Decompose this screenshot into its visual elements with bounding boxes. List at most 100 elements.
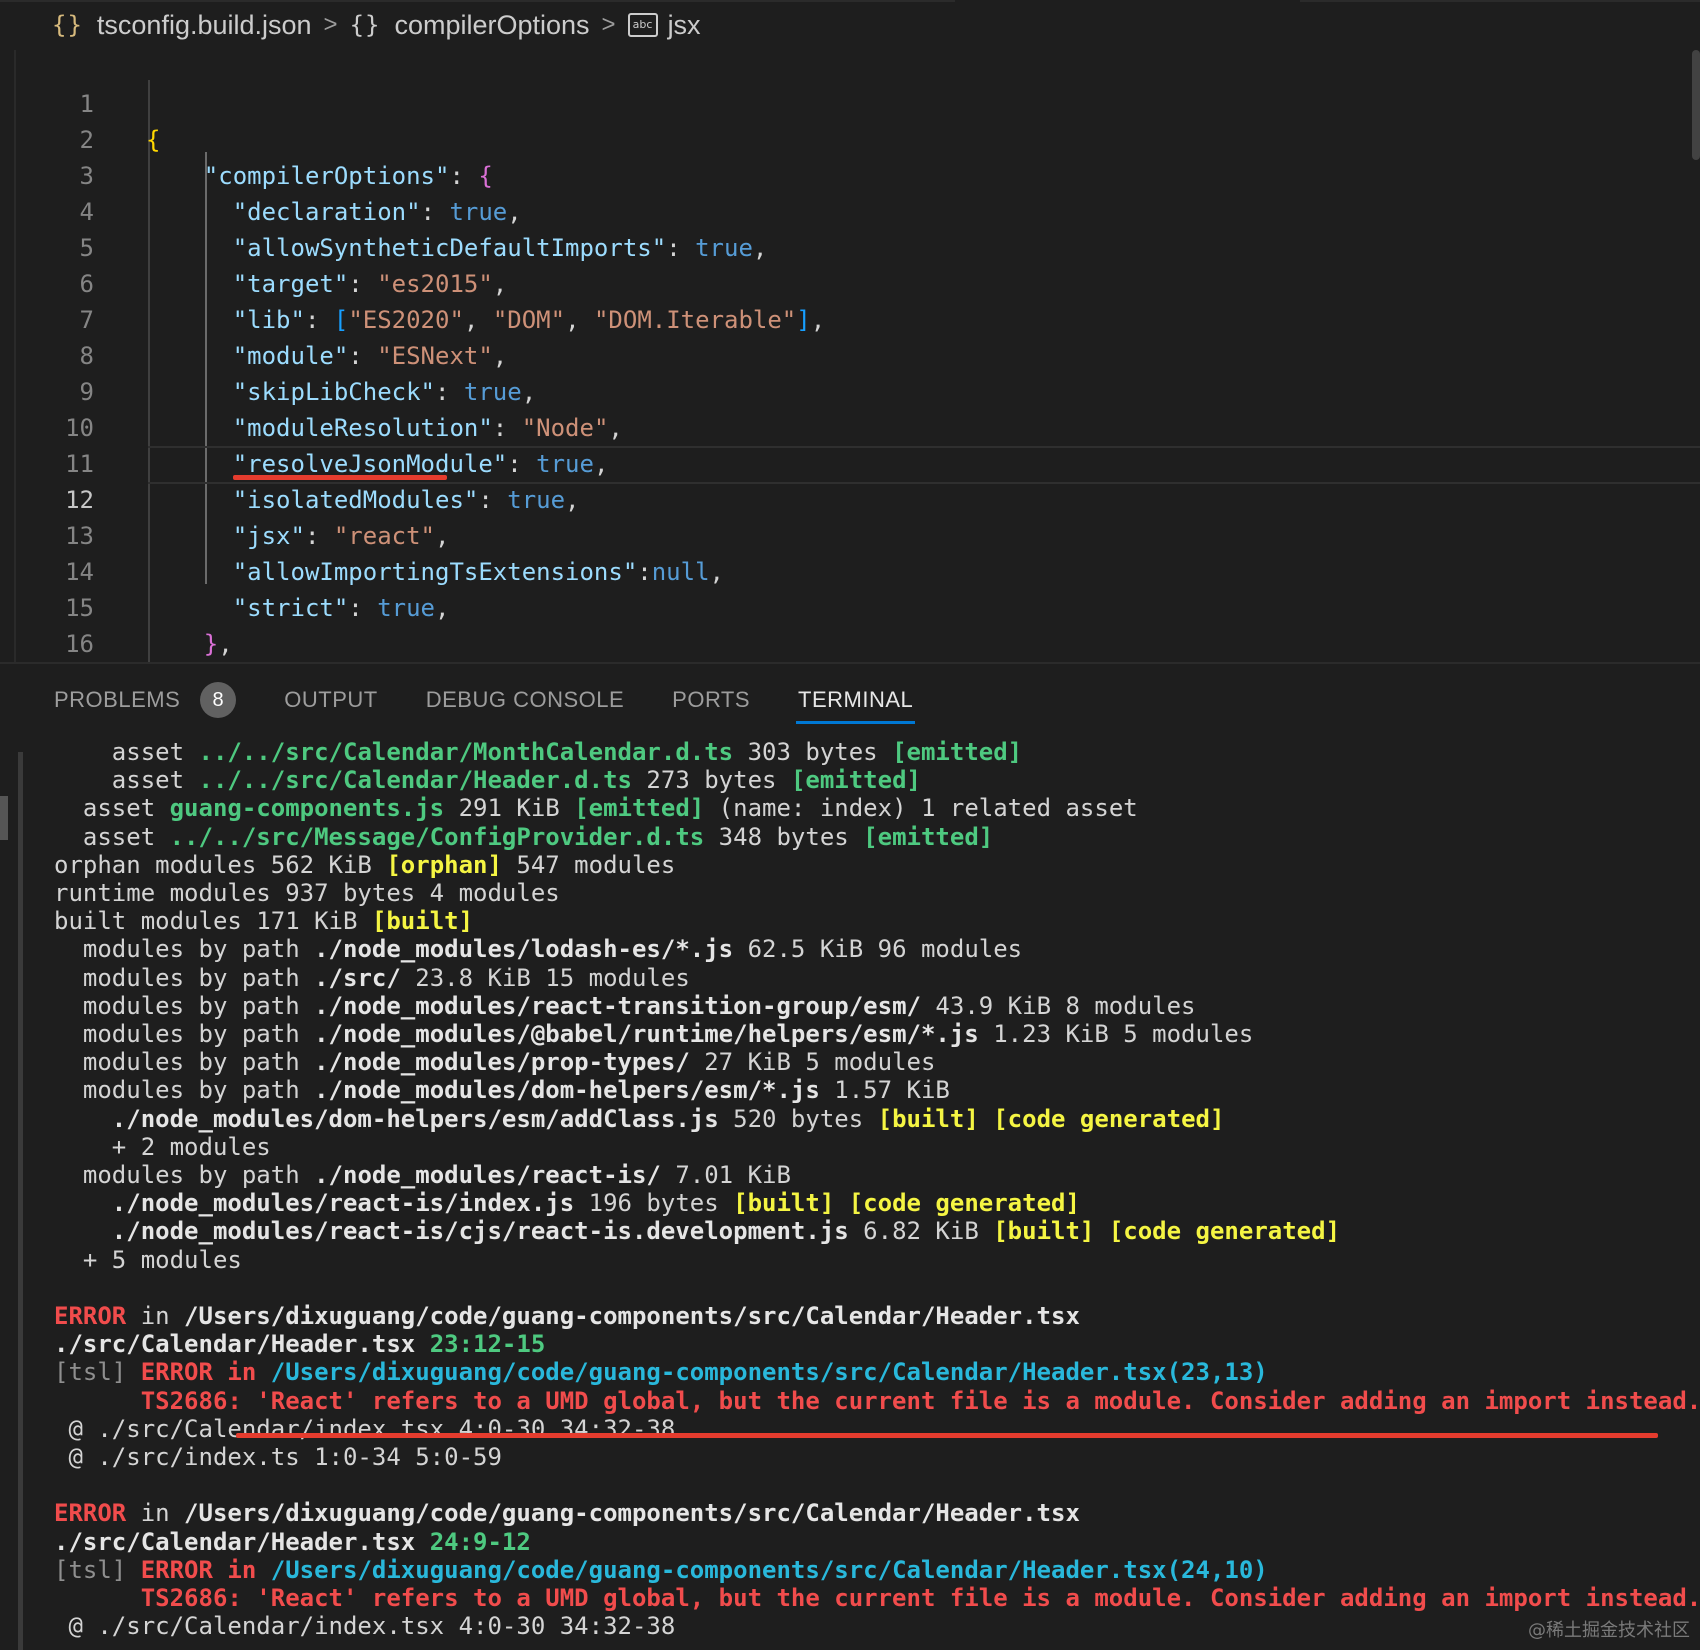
terminal-line: @ ./src/Calendar/index.tsx 4:0-30 34:32-… — [54, 1612, 675, 1640]
terminal-text: modules by path — [54, 1076, 315, 1105]
terminal-text: [emitted] — [892, 738, 1023, 766]
code-line: 16 "include": [ — [0, 590, 1700, 658]
terminal-text: 23.8 KiB 15 modules — [400, 963, 690, 992]
terminal-text: 7.01 KiB — [660, 1161, 791, 1189]
terminal-text: 1.23 KiB 5 modules — [978, 1020, 1254, 1048]
tab-debug-console-label: DEBUG CONSOLE — [425, 687, 625, 712]
terminal-text: 62.5 KiB 96 modules — [733, 935, 1023, 964]
terminal-text: 520 bytes — [718, 1104, 878, 1133]
panel-tab-bar: PROBLEMS 8 OUTPUT DEBUG CONSOLE PORTS TE… — [0, 664, 1700, 736]
tab-terminal-label: TERMINAL — [798, 687, 914, 712]
tab-divider — [1300, 0, 1700, 2]
code-line: 7 "module": "ESNext", — [0, 266, 1700, 370]
terminal-text: asset — [54, 822, 170, 851]
tab-output-label: OUTPUT — [284, 687, 378, 712]
code-line: 5 "target": "es2015", — [0, 194, 1700, 298]
terminal-text: ./src/ — [314, 963, 401, 992]
terminal-text: ../../src/Message/ConfigProvider.d.ts — [169, 822, 705, 851]
terminal-text: ./node_modules/lodash-es/*.js — [314, 935, 734, 964]
terminal-text: @ ./src/index.ts 1:0-34 5:0-59 — [54, 1443, 502, 1471]
code-line: 9 "moduleResolution": "Node", — [0, 338, 1700, 442]
chevron-right-icon: > — [323, 11, 338, 38]
terminal-line: ./src/Calendar/Header.tsx 23:12-15 — [54, 1330, 545, 1358]
terminal-line: ./node_modules/react-is/index.js 196 byt… — [54, 1189, 1080, 1217]
annotation-underline — [236, 1433, 1658, 1438]
tab-terminal[interactable]: TERMINAL — [796, 664, 916, 736]
terminal-line: asset guang-components.js 291 KiB [emitt… — [54, 794, 1138, 822]
code-line: 2 "compilerOptions": { — [0, 86, 1700, 190]
code-line: 13 "allowImportingTsExtensions":null, — [0, 482, 1700, 586]
code-line: 8 "skipLibCheck": true, — [0, 302, 1700, 406]
terminal-text: in — [212, 1555, 271, 1584]
terminal-line: modules by path ./src/ 23.8 KiB 15 modul… — [54, 964, 690, 992]
terminal-text: 547 modules — [501, 850, 676, 879]
terminal-line: modules by path ./node_modules/lodash-es… — [54, 935, 1022, 963]
terminal-text: /Users/dixuguang/code/guang-components/s… — [184, 1499, 1080, 1528]
json-braces-icon: {} — [52, 11, 83, 39]
terminal-line: built modules 171 KiB [built] — [54, 907, 473, 935]
terminal-line: modules by path ./node_modules/react-tra… — [54, 992, 1196, 1020]
chevron-right-icon: > — [601, 11, 616, 38]
problems-count-badge: 8 — [200, 682, 237, 718]
code-line: 6 "lib": ["ES2020", "DOM", "DOM.Iterable… — [0, 230, 1700, 334]
terminal-text: modules by path — [54, 1048, 315, 1077]
terminal-text: /Users/dixuguang/code/guang-components/s… — [270, 1555, 1268, 1584]
terminal-scroll-marker — [0, 796, 8, 840]
terminal-line: TS2686: 'React' refers to a UMD global, … — [54, 1584, 1700, 1612]
terminal-line: ERROR in /Users/dixuguang/code/guang-com… — [54, 1499, 1080, 1527]
code-line: 3 "declaration": true, — [0, 122, 1700, 226]
breadcrumb-section-label: compilerOptions — [394, 9, 590, 40]
tab-output[interactable]: OUTPUT — [284, 664, 377, 736]
terminal-line: asset ../../src/Message/ConfigProvider.d… — [54, 823, 993, 851]
terminal-line: @ ./src/Calendar/index.tsx 4:0-30 34:32-… — [54, 1415, 675, 1443]
terminal-line: + 5 modules — [54, 1246, 242, 1274]
watermark: @稀土掘金技术社区 — [1528, 1620, 1690, 1641]
terminal-text: TS2686: 'React' refers to a UMD global, … — [54, 1584, 1700, 1612]
tab-debug-console[interactable]: DEBUG CONSOLE — [426, 664, 624, 736]
terminal-text: modules by path — [54, 935, 315, 964]
code-line: 17 "src" — [0, 626, 1700, 662]
terminal-line: + 2 modules — [54, 1133, 271, 1161]
terminal-line: modules by path ./node_modules/dom-helpe… — [54, 1076, 950, 1104]
terminal-text: ./node_modules/react-is/ — [314, 1161, 661, 1189]
terminal-text: 6.82 KiB — [848, 1217, 994, 1246]
breadcrumb-leaf[interactable]: abc jsx — [627, 10, 701, 41]
terminal-text: modules by path — [54, 1020, 315, 1048]
terminal-text: @ ./src/Calendar/index.tsx 4:0-30 34:32-… — [54, 1414, 676, 1443]
terminal-line: orphan modules 562 KiB [orphan] 547 modu… — [54, 851, 675, 879]
terminal-line: runtime modules 937 bytes 4 modules — [54, 879, 560, 907]
terminal-line: modules by path ./node_modules/react-is/… — [54, 1161, 791, 1189]
terminal-text: [emitted] — [574, 794, 705, 823]
terminal-text: 27 KiB 5 modules — [689, 1048, 936, 1077]
terminal-line: [tsl] ERROR in /Users/dixuguang/code/gua… — [54, 1358, 1268, 1386]
object-braces-icon: {} — [349, 11, 381, 39]
terminal-text: 23:12-15 — [429, 1330, 546, 1359]
terminal-text: modules by path — [54, 991, 315, 1020]
breadcrumb-section[interactable]: {} compilerOptions — [350, 10, 590, 41]
code-line: 14 "strict": true, — [0, 518, 1700, 622]
terminal-text: in — [126, 1499, 185, 1528]
tab-problems[interactable]: PROBLEMS 8 — [54, 664, 237, 736]
terminal-text: ERROR — [140, 1358, 213, 1387]
terminal-text: [built] — [371, 907, 474, 936]
terminal-text: 291 KiB — [444, 794, 575, 823]
terminal-line: TS2686: 'React' refers to a UMD global, … — [54, 1387, 1700, 1415]
terminal-text: asset — [54, 794, 170, 823]
terminal-text: /Users/dixuguang/code/guang-components/s… — [184, 1302, 1080, 1330]
terminal-text: ERROR — [54, 1499, 127, 1528]
code-line: 4 "allowSyntheticDefaultImports": true, — [0, 158, 1700, 262]
terminal-text: runtime modules 937 bytes 4 modules — [54, 879, 560, 907]
terminal-text: ./src/Calendar/Header.tsx — [54, 1330, 416, 1359]
terminal-text: ./src/Calendar/Header.tsx — [54, 1527, 416, 1556]
terminal-text: ../../src/Calendar/MonthCalendar.d.ts — [198, 738, 734, 766]
tab-ports-label: PORTS — [672, 687, 751, 712]
code-editor[interactable]: 1 { 2 "compilerOptions": { 3 "declaratio… — [0, 50, 1700, 662]
terminal-text: TS2686: 'React' refers to a UMD global, … — [54, 1386, 1700, 1415]
breadcrumb-file[interactable]: {} tsconfig.build.json — [52, 10, 312, 41]
terminal-output[interactable]: asset ../../src/Calendar/MonthCalendar.d… — [0, 736, 1700, 1650]
terminal-text: ../../src/Calendar/Header.d.ts — [198, 766, 632, 795]
tab-ports[interactable]: PORTS — [672, 664, 750, 736]
string-abc-icon: abc — [627, 13, 658, 37]
terminal-text: built modules 171 KiB — [54, 907, 372, 936]
